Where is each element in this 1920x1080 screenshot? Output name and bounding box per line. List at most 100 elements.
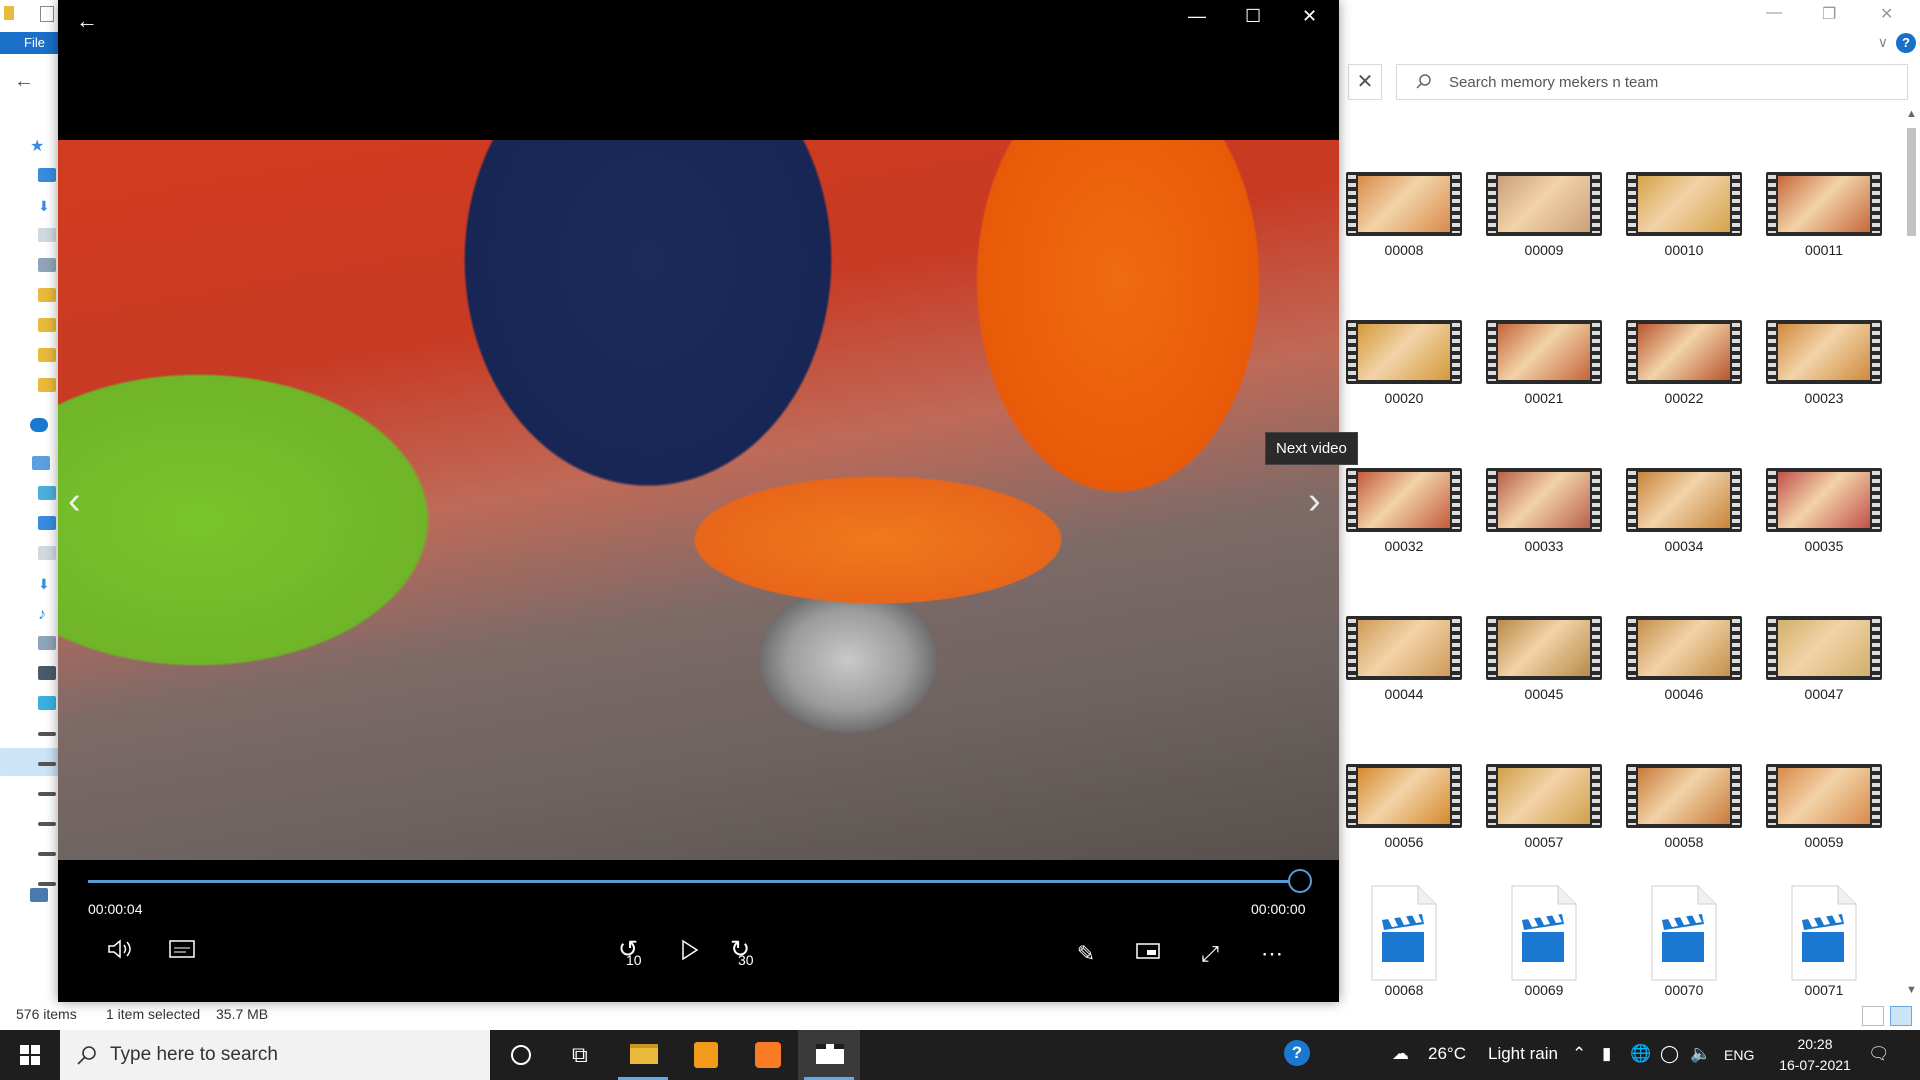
skip-back-10-button[interactable]: ↺ 10 — [614, 934, 654, 974]
folder-icon[interactable] — [4, 6, 14, 20]
file-tile[interactable]: 00010 — [1620, 170, 1744, 290]
network-globe-icon[interactable]: 🌐 — [1630, 1044, 1651, 1064]
back-arrow-icon[interactable]: ← — [76, 8, 98, 34]
cortana-button[interactable] — [490, 1030, 552, 1080]
file-tile[interactable]: 00056 — [1340, 762, 1464, 882]
taskbar-xampp[interactable] — [736, 1030, 798, 1080]
taskbar-sublime-text[interactable] — [674, 1030, 736, 1080]
input-language[interactable]: ENG — [1724, 1047, 1754, 1063]
pictures-folder-icon[interactable] — [38, 636, 56, 650]
volume-icon[interactable] — [100, 934, 140, 974]
music-folder-icon[interactable]: ♪ — [38, 606, 56, 623]
desktop-folder-icon[interactable] — [38, 168, 56, 182]
help-icon[interactable]: ? — [1896, 33, 1916, 53]
3d-objects-icon[interactable] — [38, 486, 56, 500]
onedrive-cloud-icon[interactable] — [30, 418, 48, 432]
documents-folder-icon[interactable] — [38, 546, 56, 560]
network-icon[interactable] — [30, 888, 48, 902]
file-tile[interactable]: 00045 — [1480, 614, 1604, 734]
weather-description[interactable]: Light rain — [1488, 1044, 1558, 1064]
pictures-folder-icon[interactable] — [38, 258, 56, 272]
file-tile[interactable]: 00058 — [1620, 762, 1744, 882]
desktop-folder-icon[interactable] — [38, 516, 56, 530]
minimize-icon[interactable]: — — [1188, 6, 1206, 27]
mini-view-icon[interactable] — [1128, 934, 1168, 974]
edit-pencil-icon[interactable]: ✎ — [1066, 934, 1106, 974]
subtitles-icon[interactable] — [162, 934, 202, 974]
search-box[interactable]: Search memory mekers n team — [1396, 64, 1908, 100]
drive-icon[interactable] — [38, 762, 56, 766]
downloads-folder-icon[interactable]: ⬇ — [38, 198, 56, 214]
start-button[interactable] — [0, 1030, 60, 1080]
file-tile[interactable]: 00059 — [1760, 762, 1884, 882]
file-tile[interactable]: 00034 — [1620, 466, 1744, 586]
maximize-icon[interactable]: ☐ — [1245, 6, 1261, 27]
seek-handle[interactable] — [1288, 869, 1312, 893]
task-view-button[interactable]: ⧉ — [552, 1030, 614, 1080]
drive-icon[interactable] — [38, 732, 56, 736]
previous-video-chevron-icon[interactable]: ‹ — [68, 480, 81, 523]
more-options-icon[interactable]: ⋯ — [1252, 934, 1292, 974]
scroll-down-icon[interactable]: ▼ — [1906, 984, 1917, 996]
notifications-icon[interactable]: 🗨 — [1868, 1044, 1890, 1064]
chevron-up-icon[interactable]: ⌃ — [1572, 1044, 1586, 1064]
seek-bar[interactable] — [88, 869, 1312, 893]
file-tile[interactable]: 00032 — [1340, 466, 1464, 586]
documents-folder-icon[interactable] — [38, 228, 56, 242]
restore-icon[interactable]: ❐ — [1822, 4, 1836, 24]
file-tile[interactable]: 00008 — [1340, 170, 1464, 290]
skip-forward-30-button[interactable]: ↻ 30 — [726, 934, 766, 974]
speaker-icon[interactable]: 🔈 — [1690, 1044, 1711, 1064]
back-arrow-icon[interactable]: ← — [14, 70, 34, 93]
vertical-scrollbar[interactable]: ▲ ▼ — [1902, 108, 1920, 996]
details-view-icon[interactable] — [1862, 1006, 1884, 1026]
file-tile[interactable]: 00046 — [1620, 614, 1744, 734]
file-tile[interactable]: 00011 — [1760, 170, 1884, 290]
security-icon[interactable]: ◯ — [1660, 1044, 1679, 1064]
folder-icon[interactable] — [38, 348, 56, 362]
file-tile[interactable]: 00023 — [1760, 318, 1884, 438]
drive-icon[interactable] — [38, 882, 56, 886]
this-pc-icon[interactable] — [32, 456, 50, 470]
system-clock[interactable]: 20:28 16-07-2021 — [1770, 1034, 1860, 1076]
file-tile[interactable]: 00022 — [1620, 318, 1744, 438]
folder-icon[interactable] — [38, 378, 56, 392]
file-tile[interactable]: 00033 — [1480, 466, 1604, 586]
drive-icon[interactable] — [38, 822, 56, 826]
close-icon[interactable]: ✕ — [1302, 6, 1317, 27]
large-icons-view-icon[interactable] — [1890, 1006, 1912, 1026]
file-tile[interactable]: 00009 — [1480, 170, 1604, 290]
clear-search-button[interactable]: ✕ — [1348, 64, 1382, 100]
help-assistant-icon[interactable]: ? — [1284, 1040, 1310, 1066]
windows-drive-icon[interactable] — [38, 696, 56, 710]
scroll-up-icon[interactable]: ▲ — [1906, 108, 1917, 120]
file-tile[interactable]: 00047 — [1760, 614, 1884, 734]
weather-cloud-icon[interactable]: ☁ — [1392, 1044, 1409, 1064]
weather-temperature[interactable]: 26°C — [1428, 1044, 1466, 1064]
battery-icon[interactable]: ▮ — [1602, 1044, 1611, 1064]
downloads-folder-icon[interactable]: ⬇ — [38, 576, 56, 592]
fullscreen-icon[interactable]: ⤢ — [1190, 934, 1230, 974]
properties-icon[interactable] — [40, 6, 54, 22]
close-icon[interactable]: ✕ — [1880, 4, 1893, 24]
videos-folder-icon[interactable] — [38, 666, 56, 680]
minimize-icon[interactable]: — — [1766, 4, 1782, 22]
drive-icon[interactable] — [38, 792, 56, 796]
folder-icon[interactable] — [38, 288, 56, 302]
quick-access-star-icon[interactable]: ★ — [30, 136, 48, 155]
file-tile[interactable]: 00021 — [1480, 318, 1604, 438]
taskbar-movies-tv[interactable] — [798, 1030, 860, 1080]
next-video-chevron-icon[interactable]: › — [1308, 480, 1321, 523]
play-icon[interactable] — [670, 934, 710, 974]
file-tile[interactable]: 00020 — [1340, 318, 1464, 438]
taskbar-search-box[interactable]: Type here to search — [60, 1030, 490, 1080]
file-tile[interactable]: 00057 — [1480, 762, 1604, 882]
folder-icon[interactable] — [38, 318, 56, 332]
file-tile[interactable]: 00035 — [1760, 466, 1884, 586]
taskbar-file-explorer[interactable] — [612, 1030, 674, 1080]
video-frame[interactable]: 00005 — [58, 140, 1339, 860]
scroll-thumb[interactable] — [1907, 128, 1916, 236]
file-tile[interactable]: 00044 — [1340, 614, 1464, 734]
chevron-down-icon[interactable]: ∨ — [1878, 34, 1888, 51]
drive-icon[interactable] — [38, 852, 56, 856]
